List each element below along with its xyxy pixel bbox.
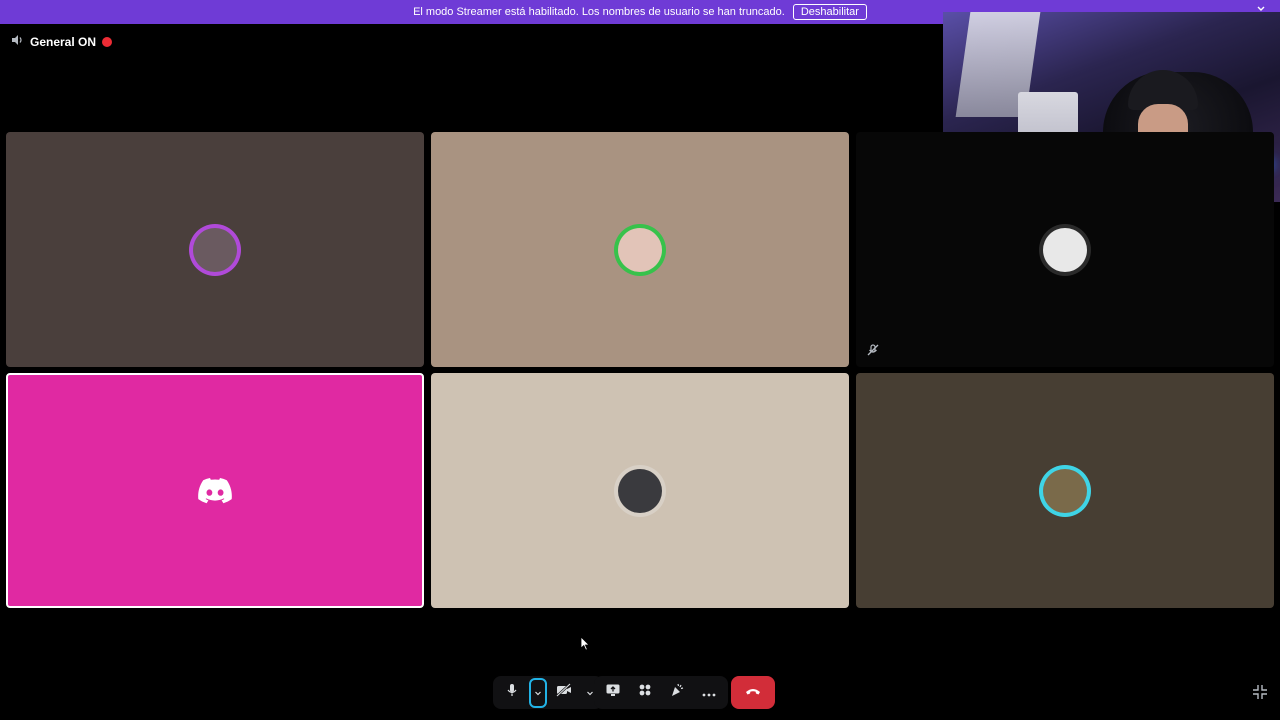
- phone-hangup-icon: [745, 684, 761, 702]
- more-options-button[interactable]: [694, 678, 724, 708]
- muted-mic-icon: [866, 343, 880, 357]
- channel-header: General ON: [10, 33, 113, 50]
- microphone-options-button[interactable]: [529, 677, 547, 708]
- disable-streamer-mode-button[interactable]: Deshabilitar: [792, 4, 867, 20]
- avatar: [1039, 223, 1091, 276]
- more-icon: [702, 684, 716, 702]
- microphone-button[interactable]: [497, 678, 527, 708]
- participant-tile[interactable]: [431, 132, 849, 367]
- soundboard-button[interactable]: [662, 678, 692, 708]
- mouse-cursor-icon: [580, 636, 590, 656]
- speaker-icon: [10, 33, 24, 50]
- participant-tile[interactable]: [856, 373, 1274, 608]
- live-indicator: [102, 36, 113, 47]
- chevron-down-icon: [586, 684, 594, 702]
- discord-logo-icon: [198, 477, 232, 504]
- disconnect-button[interactable]: [731, 676, 775, 709]
- camera-off-icon: [556, 683, 572, 702]
- participant-tile[interactable]: [856, 132, 1274, 367]
- avatar: [614, 464, 666, 517]
- exit-fullscreen-button[interactable]: [1252, 684, 1270, 702]
- participant-tile[interactable]: [6, 132, 424, 367]
- chevron-down-icon: [534, 684, 542, 702]
- audio-video-controls: [493, 676, 603, 709]
- camera-button[interactable]: [549, 678, 579, 708]
- voice-call-view: El modo Streamer está habilitado. Los no…: [0, 0, 1280, 720]
- screen-share-button[interactable]: [598, 678, 628, 708]
- activities-icon: [638, 683, 652, 702]
- activities-button[interactable]: [630, 678, 660, 708]
- activity-controls: [594, 676, 728, 709]
- participant-tile[interactable]: [6, 373, 424, 608]
- avatar: [614, 223, 666, 276]
- participant-tile[interactable]: [431, 373, 849, 608]
- avatar: [1039, 464, 1091, 517]
- screen-share-icon: [605, 683, 621, 702]
- microphone-icon: [505, 683, 519, 702]
- banner-message: El modo Streamer está habilitado. Los no…: [413, 6, 785, 18]
- avatar: [189, 223, 241, 276]
- exit-fullscreen-icon: [1252, 685, 1268, 704]
- channel-name[interactable]: General ON: [30, 35, 96, 49]
- soundboard-icon: [669, 682, 685, 703]
